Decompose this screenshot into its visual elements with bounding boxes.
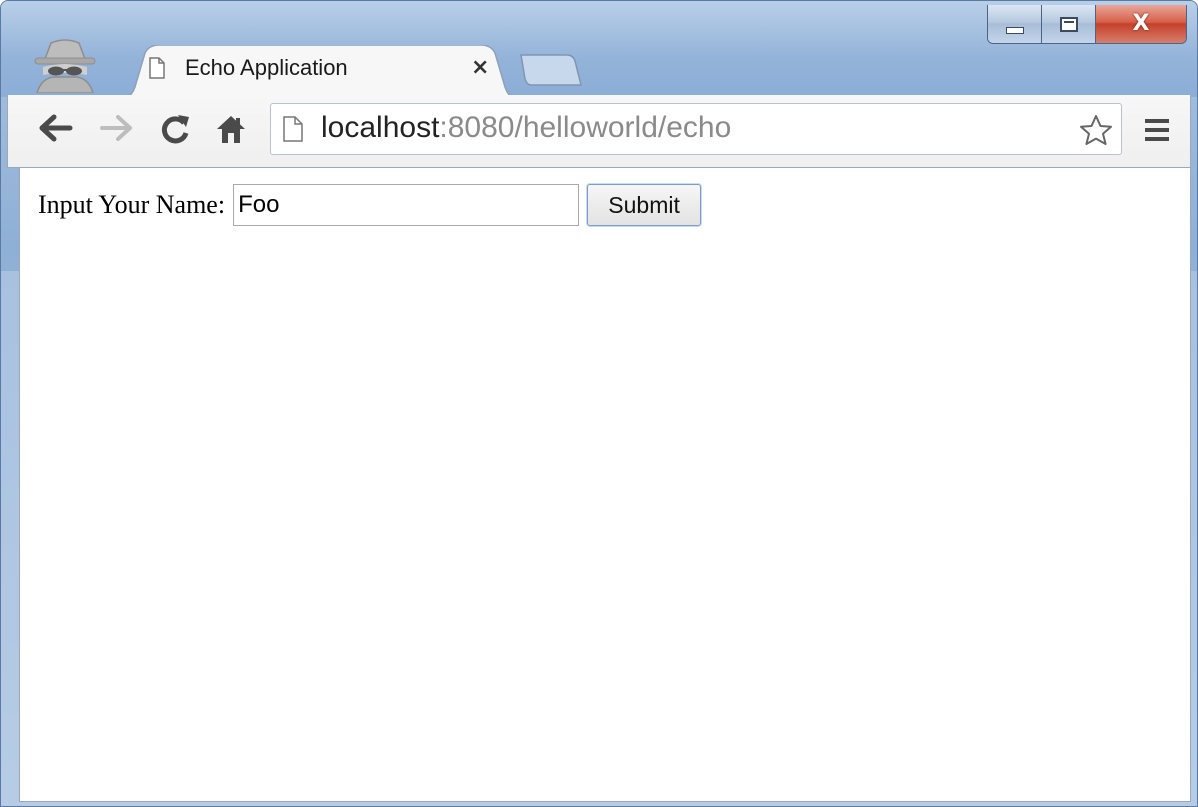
- page-icon: [149, 57, 165, 79]
- submit-button[interactable]: Submit: [587, 184, 702, 226]
- name-label: Input Your Name:: [38, 190, 226, 219]
- minimize-icon: [1005, 26, 1024, 34]
- close-icon: X: [1132, 11, 1150, 36]
- browser-window: X Echo Application × localhost:8080/hell…: [0, 0, 1198, 807]
- echo-form: Input Your Name: Submit: [38, 184, 702, 226]
- forward-arrow-icon[interactable]: [98, 113, 134, 143]
- browser-toolbar: localhost:8080/helloworld/echo: [7, 95, 1191, 168]
- new-tab-button[interactable]: [517, 53, 583, 87]
- url-text[interactable]: localhost:8080/helloworld/echo: [321, 111, 731, 145]
- url-path: :8080/helloworld/echo: [439, 111, 732, 144]
- tab-close-icon[interactable]: ×: [471, 55, 489, 80]
- star-icon[interactable]: [1079, 114, 1113, 146]
- window-controls: X: [987, 5, 1187, 44]
- hamburger-menu-icon[interactable]: [1144, 117, 1170, 143]
- name-input[interactable]: [233, 184, 580, 226]
- minimize-button[interactable]: [988, 5, 1042, 43]
- url-host: localhost: [321, 111, 440, 144]
- page-content: Input Your Name: Submit: [19, 168, 1191, 802]
- page-info-icon[interactable]: [283, 116, 303, 142]
- maximize-button[interactable]: [1042, 5, 1096, 43]
- tab-echo-application[interactable]: Echo Application ×: [119, 45, 519, 99]
- home-icon[interactable]: [214, 113, 248, 145]
- back-arrow-icon[interactable]: [38, 113, 74, 143]
- close-window-button[interactable]: X: [1096, 5, 1186, 43]
- incognito-icon: [34, 39, 96, 93]
- reload-icon[interactable]: [158, 113, 192, 145]
- address-bar[interactable]: localhost:8080/helloworld/echo: [270, 103, 1122, 155]
- tab-title: Echo Application: [185, 55, 348, 80]
- maximize-icon: [1059, 16, 1078, 32]
